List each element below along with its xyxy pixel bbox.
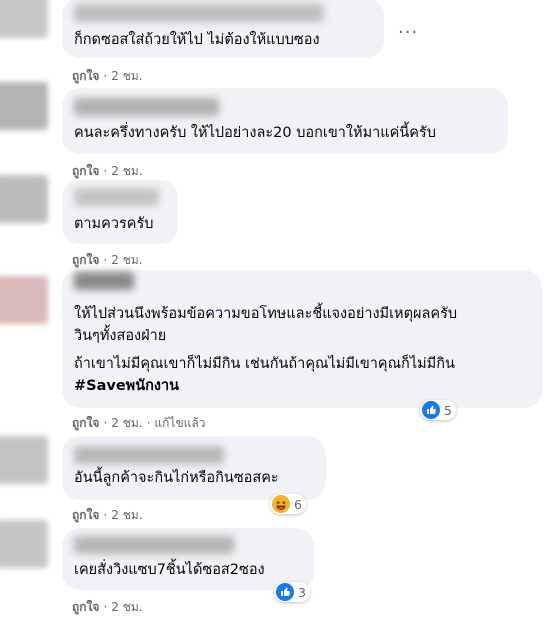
timestamp[interactable]: 2 ชม.: [111, 508, 142, 522]
like-button[interactable]: ถูกใจ: [72, 416, 99, 430]
comment-text: อันนี้ลูกค้าจะกินไก่หรือกินซอสคะ: [74, 470, 279, 486]
author-name[interactable]: [74, 188, 159, 206]
comment-text-line-3: ถ้าเขาไม่มีคุณเขาก็ไม่มีกิน เช่นกันถ้าคุ…: [74, 356, 455, 372]
haha-icon: [272, 495, 290, 513]
like-button[interactable]: ถูกใจ: [72, 164, 99, 178]
timestamp[interactable]: 2 ชม.: [111, 164, 142, 178]
comment-bubble: เคยสั่งวิงแซบ7ชิ้นได้ซอส2ซอง: [62, 528, 314, 590]
comment-actions: ถูกใจ · 2 ชม.: [72, 162, 143, 181]
author-name[interactable]: [74, 272, 134, 290]
avatar[interactable]: [0, 175, 48, 223]
separator: ·: [103, 164, 108, 178]
avatar[interactable]: [0, 520, 48, 568]
reaction-count: 6: [294, 496, 302, 512]
comment-bubble: อันนี้ลูกค้าจะกินไก่หรือกินซอสคะ: [62, 436, 326, 500]
like-button[interactable]: ถูกใจ: [72, 600, 99, 614]
comment-bubble: คนละครึ่งทางครับ ให้ไปอย่างละ20 บอกเขาให…: [62, 88, 508, 154]
comment-bubble: ตามควรครับ: [62, 180, 178, 244]
reaction-summary[interactable]: 6: [270, 494, 306, 514]
timestamp[interactable]: 2 ชม.: [111, 69, 142, 83]
reaction-count: 5: [444, 402, 452, 418]
separator: ·: [146, 416, 151, 430]
separator: ·: [103, 416, 108, 430]
like-icon: [276, 583, 294, 601]
separator: ·: [103, 69, 108, 83]
more-options-icon[interactable]: ···: [398, 22, 418, 43]
comment-text-line-2: วินๆทั้งสองฝ่าย: [74, 328, 167, 344]
timestamp[interactable]: 2 ชม.: [111, 600, 142, 614]
like-icon: [422, 401, 440, 419]
comment-text-line-1: ให้ไปส่วนนึงพร้อมข้อความขอโทษและชี้แจงอย…: [74, 306, 458, 322]
comment-text: ก็กดซอสใส่ถ้วยให้ไป ไม่ต้องให้แบบซอง: [74, 32, 320, 48]
hashtag-link[interactable]: #Saveพนักงาน: [74, 376, 179, 396]
comment-actions: ถูกใจ · 2 ชม. · แก้ไขแล้ว: [72, 414, 205, 433]
comment-actions: ถูกใจ · 2 ชม.: [72, 598, 143, 617]
reaction-summary[interactable]: 3: [274, 582, 310, 602]
comment-text: ตามควรครับ: [74, 216, 154, 232]
comment-actions: ถูกใจ · 2 ชม.: [72, 67, 143, 86]
edited-label[interactable]: แก้ไขแล้ว: [154, 416, 205, 430]
timestamp[interactable]: 2 ชม.: [111, 416, 142, 430]
comment-text: เคยสั่งวิงแซบ7ชิ้นได้ซอส2ซอง: [74, 562, 265, 578]
like-button[interactable]: ถูกใจ: [72, 69, 99, 83]
avatar[interactable]: [0, 276, 48, 324]
author-name[interactable]: [74, 536, 234, 554]
author-name[interactable]: [74, 98, 219, 116]
separator: ·: [103, 600, 108, 614]
reaction-summary[interactable]: 5: [420, 400, 456, 420]
comment-actions: ถูกใจ · 2 ชม.: [72, 506, 143, 525]
separator: ·: [103, 253, 108, 267]
comment-bubble: ก็กดซอสใส่ถ้วยให้ไป ไม่ต้องให้แบบซอง: [62, 0, 384, 58]
like-button[interactable]: ถูกใจ: [72, 508, 99, 522]
comment-bubble: ให้ไปส่วนนึงพร้อมข้อความขอโทษและชี้แจงอย…: [62, 270, 542, 408]
avatar[interactable]: [0, 436, 48, 484]
comment-text: คนละครึ่งทางครับ ให้ไปอย่างละ20 บอกเขาให…: [74, 125, 436, 141]
author-name[interactable]: [74, 446, 224, 464]
avatar[interactable]: [0, 0, 48, 38]
reaction-count: 3: [298, 584, 306, 600]
avatar[interactable]: [0, 82, 48, 130]
separator: ·: [103, 508, 108, 522]
like-button[interactable]: ถูกใจ: [72, 253, 99, 267]
timestamp[interactable]: 2 ชม.: [111, 253, 142, 267]
comment-actions: ถูกใจ · 2 ชม.: [72, 251, 143, 270]
author-name[interactable]: [74, 4, 324, 22]
